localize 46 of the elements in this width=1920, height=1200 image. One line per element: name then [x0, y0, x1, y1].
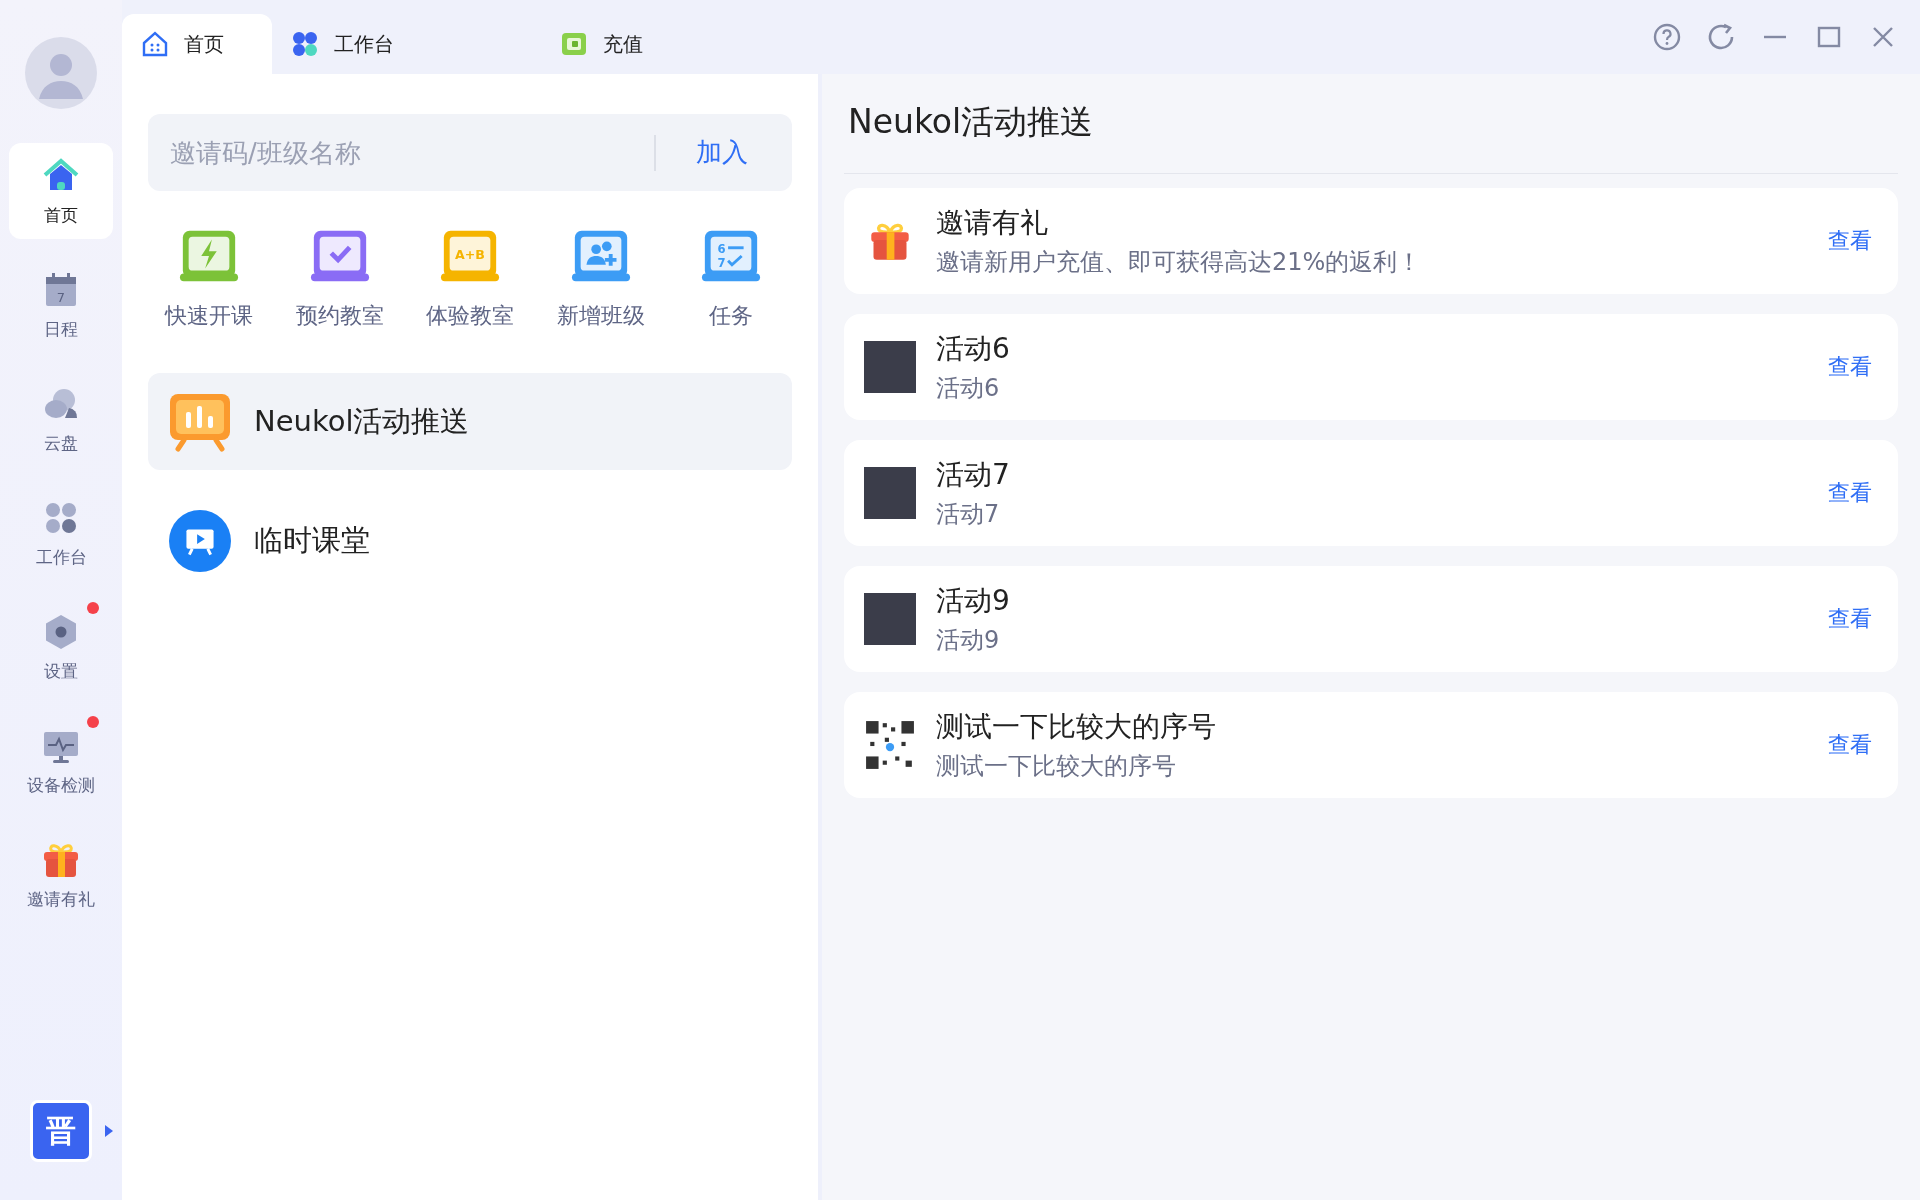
- view-link[interactable]: 查看: [1822, 598, 1878, 640]
- activity-title: 测试一下比较大的序号: [936, 709, 1217, 745]
- sidebar-item[interactable]: 云盘: [9, 371, 113, 467]
- activity-title: 邀请有礼: [936, 205, 1049, 241]
- panel-title: Neukol活动推送: [844, 74, 1898, 174]
- tab[interactable]: 充值: [541, 14, 691, 74]
- activity-title: 活动6: [936, 331, 1011, 367]
- activity-subtitle: 测试一下比较大的序号: [936, 751, 1177, 782]
- tab[interactable]: 工作台: [272, 14, 541, 74]
- view-link[interactable]: 查看: [1822, 220, 1878, 262]
- help-icon[interactable]: [1652, 22, 1682, 52]
- photo-placeholder: [864, 593, 916, 645]
- home-icon: [140, 29, 170, 59]
- grid-icon: [290, 29, 320, 59]
- presentation-icon: [168, 509, 232, 572]
- refresh-icon[interactable]: [1706, 22, 1736, 52]
- activity-subtitle: 邀请新用户充值、即可获得高达21%的返利！: [936, 247, 1423, 278]
- activity-title: 活动7: [936, 457, 1011, 493]
- sidebar-item[interactable]: 设置: [9, 599, 113, 695]
- photo-placeholder: [864, 341, 916, 393]
- view-link[interactable]: 查看: [1822, 346, 1878, 388]
- sidebar-item[interactable]: 7 日程: [9, 257, 113, 353]
- activity-subtitle: 活动9: [936, 625, 1001, 656]
- app-logo[interactable]: 晋: [30, 1100, 92, 1162]
- sidebar-item[interactable]: 工作台: [9, 485, 113, 581]
- view-link[interactable]: 查看: [1822, 724, 1878, 766]
- quick-action[interactable]: 快速开课: [154, 225, 264, 331]
- expand-icon[interactable]: [104, 1124, 114, 1138]
- join-field[interactable]: 邀请码/班级名称 加入: [148, 114, 792, 191]
- menu-item[interactable]: 临时课堂: [148, 492, 792, 589]
- tab[interactable]: 首页: [122, 14, 272, 74]
- avatar-icon[interactable]: [25, 37, 97, 109]
- sidebar-item[interactable]: 设备检测: [9, 713, 113, 809]
- quick-action[interactable]: 6 7 任务: [676, 225, 786, 331]
- menu-item[interactable]: Neukol活动推送: [148, 373, 792, 470]
- view-link[interactable]: 查看: [1822, 472, 1878, 514]
- quick-action[interactable]: A+B 体验教室: [415, 225, 525, 331]
- quick-action[interactable]: 预约教室: [284, 225, 395, 331]
- sidebar-item[interactable]: 首页: [9, 143, 113, 239]
- activity-title: 活动9: [936, 583, 1011, 619]
- join-button[interactable]: 加入: [686, 129, 758, 176]
- quick-action[interactable]: 新增班级: [545, 225, 656, 331]
- activity-subtitle: 活动7: [936, 499, 1001, 530]
- activity-subtitle: 活动6: [936, 373, 1001, 404]
- photo-placeholder: [864, 467, 916, 519]
- sidebar-item[interactable]: 邀请有礼: [9, 827, 113, 923]
